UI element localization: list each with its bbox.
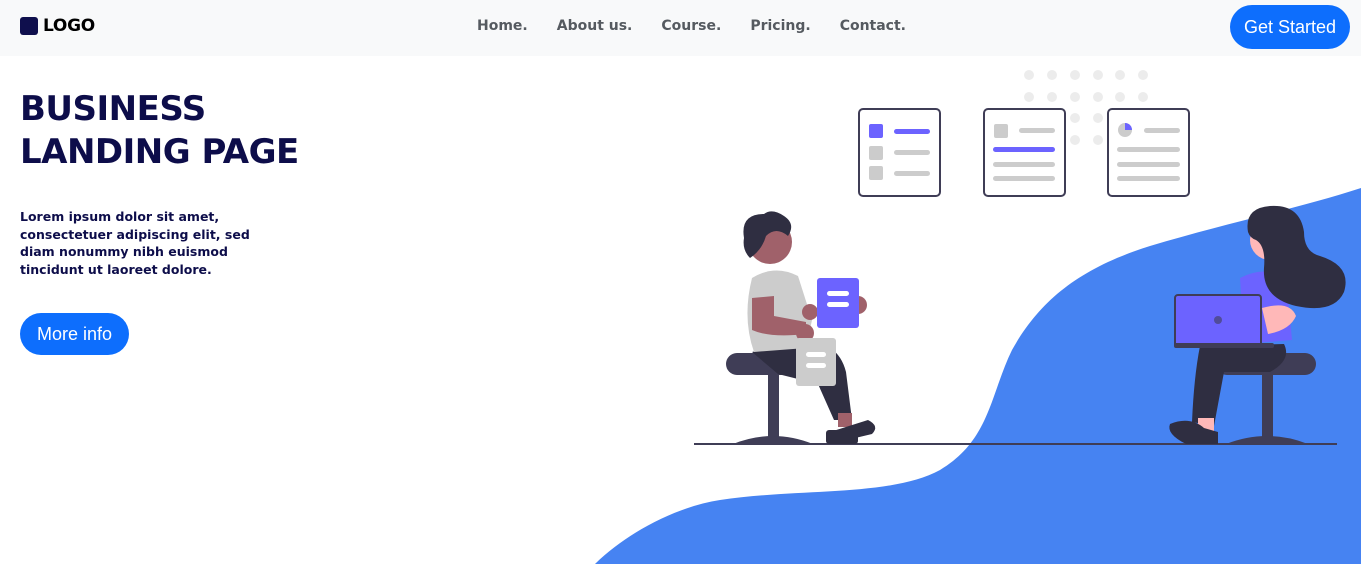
person-with-document-icon — [726, 211, 876, 444]
brand-logo[interactable]: LOGO — [20, 16, 95, 36]
nav-link-course[interactable]: Course. — [661, 18, 721, 38]
get-started-button[interactable]: Get Started — [1230, 5, 1350, 49]
hero-description: Lorem ipsum dolor sit amet, consectetuer… — [20, 209, 250, 277]
dashboard-card-icon — [858, 108, 941, 197]
nav-link-home[interactable]: Home. — [477, 18, 528, 38]
nav-link-contact[interactable]: Contact. — [840, 18, 906, 38]
dot-grid-decoration — [1024, 70, 1148, 145]
blue-wave-shape — [595, 188, 1361, 564]
page-title-line2: LANDING PAGE — [20, 132, 299, 172]
hero-illustration — [595, 70, 1361, 564]
logo-icon — [20, 17, 38, 35]
dashboard-card-icon — [983, 108, 1066, 197]
person-with-laptop-icon — [1169, 205, 1346, 444]
brand-text: LOGO — [43, 16, 95, 36]
navbar: LOGO Home. About us. Course. Pricing. Co… — [0, 0, 1361, 56]
nav-link-pricing[interactable]: Pricing. — [750, 18, 810, 38]
page-title: BUSINESS LANDING PAGE — [20, 88, 340, 174]
more-info-button[interactable]: More info — [20, 313, 129, 355]
page-title-line1: BUSINESS — [20, 89, 206, 129]
dashboard-card-icon — [1107, 108, 1190, 197]
nav-link-about[interactable]: About us. — [557, 18, 633, 38]
nav-links: Home. About us. Course. Pricing. Contact… — [477, 18, 906, 38]
